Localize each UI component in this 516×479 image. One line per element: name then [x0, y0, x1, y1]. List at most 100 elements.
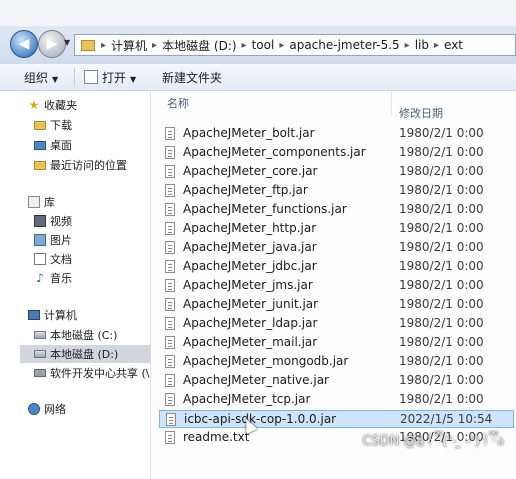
column-header-name[interactable]: 名称 [167, 95, 189, 111]
forward-button[interactable]: ▶ [38, 30, 66, 58]
star-icon: ★ [28, 98, 40, 112]
breadcrumb-jmeter[interactable]: apache-jmeter-5.5 [286, 38, 402, 52]
video-icon [34, 215, 46, 227]
back-button[interactable]: ◀ [10, 30, 38, 58]
file-icon [165, 393, 175, 406]
breadcrumb-separator[interactable]: ▸ [403, 40, 412, 51]
breadcrumb-separator[interactable]: ▸ [432, 40, 441, 51]
nav-label: 音乐 [50, 272, 72, 285]
nav-computer[interactable]: 计算机 [28, 307, 77, 323]
file-list: 名称 修改日期 ApacheJMeter_bolt.jar 1980/2/1 0:… [151, 91, 516, 479]
command-bar: 组织 ▼ 打开 ▼ 新建文件夹 [0, 64, 516, 91]
file-name: ApacheJMeter_mail.jar [183, 335, 318, 349]
drive-icon [34, 350, 46, 358]
file-row[interactable]: ApacheJMeter_http.jar 1980/2/1 0:00 [159, 220, 514, 238]
file-icon [165, 222, 175, 235]
breadcrumb-separator[interactable]: ▸ [240, 40, 249, 51]
file-row[interactable]: ApacheJMeter_java.jar 1980/2/1 0:00 [159, 239, 514, 257]
nav-documents[interactable]: 文档 [34, 251, 72, 267]
nav-label: 本地磁盘 (D:) [50, 348, 119, 361]
watermark: CSDN @໒꒰ྀི(ᐡ- ̫ -ᐡ)꒱ྀིა [362, 434, 504, 449]
chevron-down-icon: ▼ [130, 75, 137, 84]
file-row[interactable]: ApacheJMeter_jms.jar 1980/2/1 0:00 [159, 277, 514, 295]
nav-drive-d[interactable]: 本地磁盘 (D:) [20, 345, 160, 363]
breadcrumb-computer[interactable]: 计算机 [108, 37, 150, 54]
file-modified-date: 2022/1/5 10:54 [400, 412, 493, 426]
nav-label: 视频 [50, 215, 72, 228]
file-name: ApacheJMeter_jms.jar [183, 278, 313, 292]
file-row[interactable]: ApacheJMeter_components.jar 1980/2/1 0:00 [159, 144, 514, 162]
file-row[interactable]: ApacheJMeter_ftp.jar 1980/2/1 0:00 [159, 182, 514, 200]
new-folder-button[interactable]: 新建文件夹 [162, 69, 222, 86]
column-header-modified[interactable]: 修改日期 [399, 105, 443, 121]
nav-desktop[interactable]: 桌面 [34, 137, 72, 153]
drive-icon [34, 331, 46, 339]
file-row[interactable]: ApacheJMeter_junit.jar 1980/2/1 0:00 [159, 296, 514, 314]
nav-downloads[interactable]: 下载 [34, 117, 72, 133]
file-modified-date: 1980/2/1 0:00 [399, 202, 484, 216]
file-row[interactable]: ApacheJMeter_jdbc.jar 1980/2/1 0:00 [159, 258, 514, 276]
breadcrumb-separator[interactable]: ▸ [277, 40, 286, 51]
breadcrumb-ext[interactable]: ext [441, 38, 466, 52]
open-button[interactable]: 打开 ▼ [84, 69, 136, 86]
file-name: ApacheJMeter_components.jar [183, 145, 366, 159]
file-modified-date: 1980/2/1 0:00 [399, 183, 484, 197]
folder-icon [81, 39, 95, 51]
nav-recent[interactable]: 最近访问的位置 [34, 157, 127, 173]
nav-music[interactable]: ♪ 音乐 [34, 270, 72, 286]
file-name: ApacheJMeter_native.jar [183, 373, 329, 387]
nav-label: 桌面 [50, 139, 72, 152]
recent-places-icon [34, 160, 46, 170]
breadcrumb-lib[interactable]: lib [412, 38, 432, 52]
nav-label: 下载 [50, 119, 72, 132]
file-modified-date: 1980/2/1 0:00 [399, 126, 484, 140]
network-drive-icon [34, 369, 46, 377]
file-modified-date: 1980/2/1 0:00 [399, 278, 484, 292]
file-row[interactable]: ApacheJMeter_bolt.jar 1980/2/1 0:00 [159, 125, 514, 143]
file-icon [165, 298, 175, 311]
file-row[interactable]: ApacheJMeter_mail.jar 1980/2/1 0:00 [159, 334, 514, 352]
nav-label: 计算机 [44, 309, 77, 322]
file-modified-date: 1980/2/1 0:00 [399, 354, 484, 368]
file-icon [165, 431, 175, 444]
nav-favorites[interactable]: ★ 收藏夹 [28, 97, 77, 113]
breadcrumb-separator[interactable]: ▸ [150, 40, 159, 51]
file-icon [165, 184, 175, 197]
file-row[interactable]: ApacheJMeter_functions.jar 1980/2/1 0:00 [159, 201, 514, 219]
nav-videos[interactable]: 视频 [34, 213, 72, 229]
file-icon [165, 355, 175, 368]
computer-icon [28, 310, 40, 320]
library-icon [28, 196, 40, 208]
recent-pages-dropdown[interactable]: ▼ [64, 38, 70, 47]
nav-libraries[interactable]: 库 [28, 194, 55, 210]
address-bar[interactable]: ▸ 计算机 ▸ 本地磁盘 (D:) ▸ tool ▸ apache-jmeter… [74, 34, 516, 56]
file-row[interactable]: ApacheJMeter_tcp.jar 1980/2/1 0:00 [159, 391, 514, 409]
file-name: ApacheJMeter_java.jar [183, 240, 317, 254]
network-icon [28, 403, 40, 415]
file-icon [165, 260, 175, 273]
file-modified-date: 1980/2/1 0:00 [399, 316, 484, 330]
toolbar-divider [74, 68, 75, 86]
organize-button[interactable]: 组织 ▼ [24, 69, 58, 86]
file-row[interactable]: ApacheJMeter_mongodb.jar 1980/2/1 0:00 [159, 353, 514, 371]
file-icon [165, 146, 175, 159]
file-icon [166, 413, 176, 426]
file-modified-date: 1980/2/1 0:00 [399, 164, 484, 178]
breadcrumb-drive-d[interactable]: 本地磁盘 (D:) [159, 37, 239, 54]
column-divider[interactable] [391, 91, 392, 115]
breadcrumb-separator[interactable]: ▸ [99, 40, 108, 51]
file-row[interactable]: ApacheJMeter_native.jar 1980/2/1 0:00 [159, 372, 514, 390]
file-row[interactable]: ApacheJMeter_ldap.jar 1980/2/1 0:00 [159, 315, 514, 333]
nav-pictures[interactable]: 图片 [34, 232, 72, 248]
nav-drive-c[interactable]: 本地磁盘 (C:) [34, 327, 117, 343]
music-icon: ♪ [36, 271, 44, 285]
nav-network-share[interactable]: 软件开发中心共享 (\ [34, 365, 150, 381]
file-icon [165, 241, 175, 254]
file-row[interactable]: ApacheJMeter_core.jar 1980/2/1 0:00 [159, 163, 514, 181]
file-name: ApacheJMeter_mongodb.jar [183, 354, 349, 368]
file-modified-date: 1980/2/1 0:00 [399, 373, 484, 387]
breadcrumb-tool[interactable]: tool [249, 38, 278, 52]
document-icon [34, 253, 46, 265]
nav-network[interactable]: 网络 [28, 401, 66, 417]
nav-label: 软件开发中心共享 (\ [50, 367, 150, 380]
